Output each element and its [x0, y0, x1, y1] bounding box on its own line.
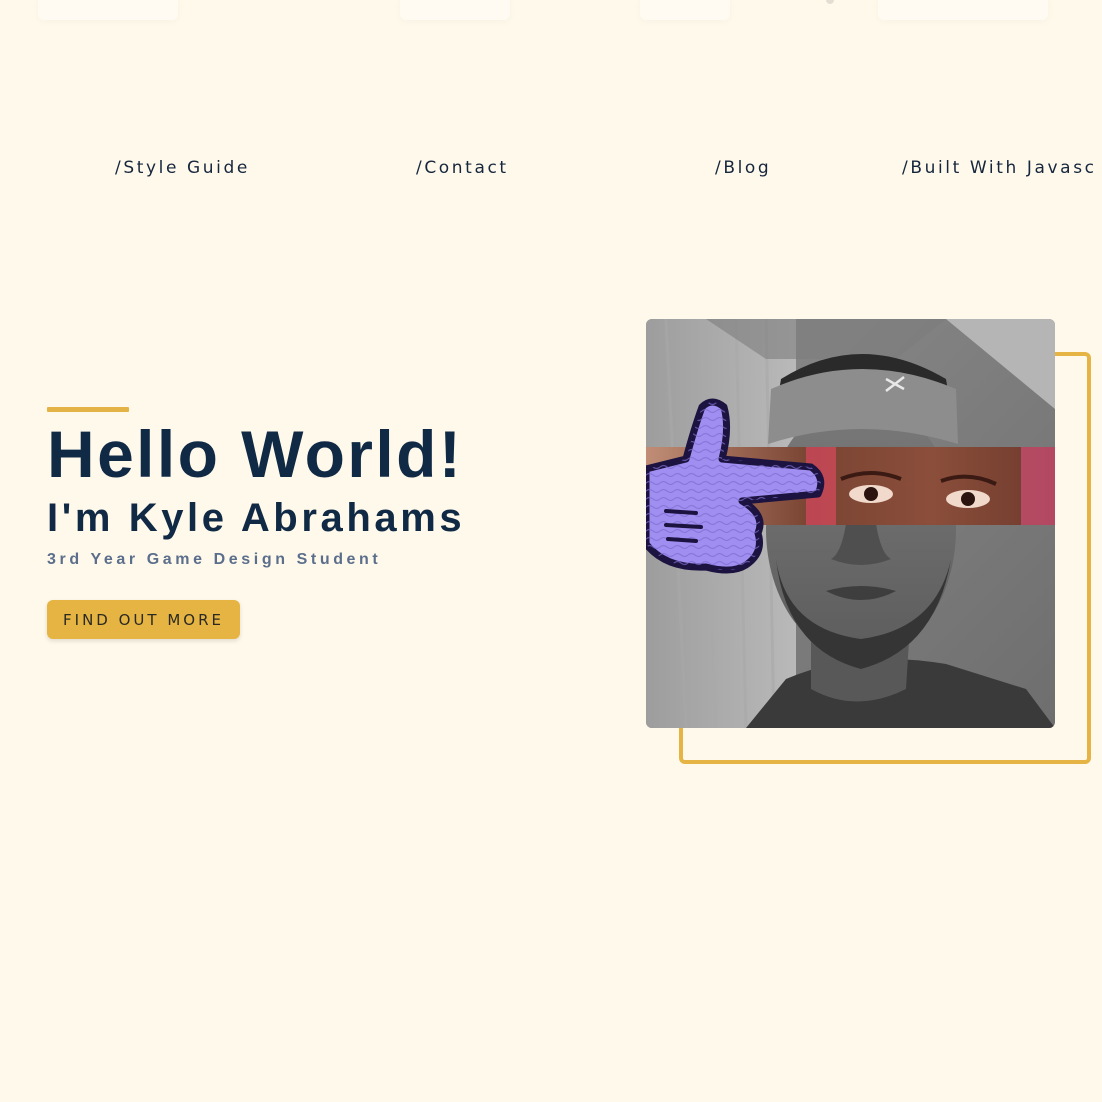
main-nav: /Style Guide /Contact /Blog /Built With …: [0, 158, 1102, 188]
page: /Style Guide /Contact /Blog /Built With …: [0, 0, 1102, 1102]
hero-subtitle: I'm Kyle Abrahams: [47, 496, 466, 540]
nav-link-contact[interactable]: /Contact: [416, 158, 509, 178]
nav-link-blog[interactable]: /Blog: [715, 158, 771, 178]
top-strip: [0, 0, 1102, 30]
hero-title: Hello World!: [47, 417, 464, 491]
profile-photo: [646, 319, 1055, 728]
clipped-nav-item: [640, 0, 730, 20]
clipped-nav-item: [878, 0, 1048, 20]
profile-photo-illustration: [646, 319, 1055, 728]
clipped-nav-item: [38, 0, 178, 20]
clipped-nav-item: [400, 0, 510, 20]
hero-tagline: 3rd Year Game Design Student: [47, 551, 382, 568]
find-out-more-button[interactable]: FIND OUT MORE: [47, 600, 240, 639]
title-accent-line: [47, 407, 129, 412]
clipped-dot: [826, 0, 834, 4]
nav-link-style-guide[interactable]: /Style Guide: [115, 158, 250, 178]
nav-link-built-with-javascript[interactable]: /Built With Javasc: [902, 158, 1097, 178]
